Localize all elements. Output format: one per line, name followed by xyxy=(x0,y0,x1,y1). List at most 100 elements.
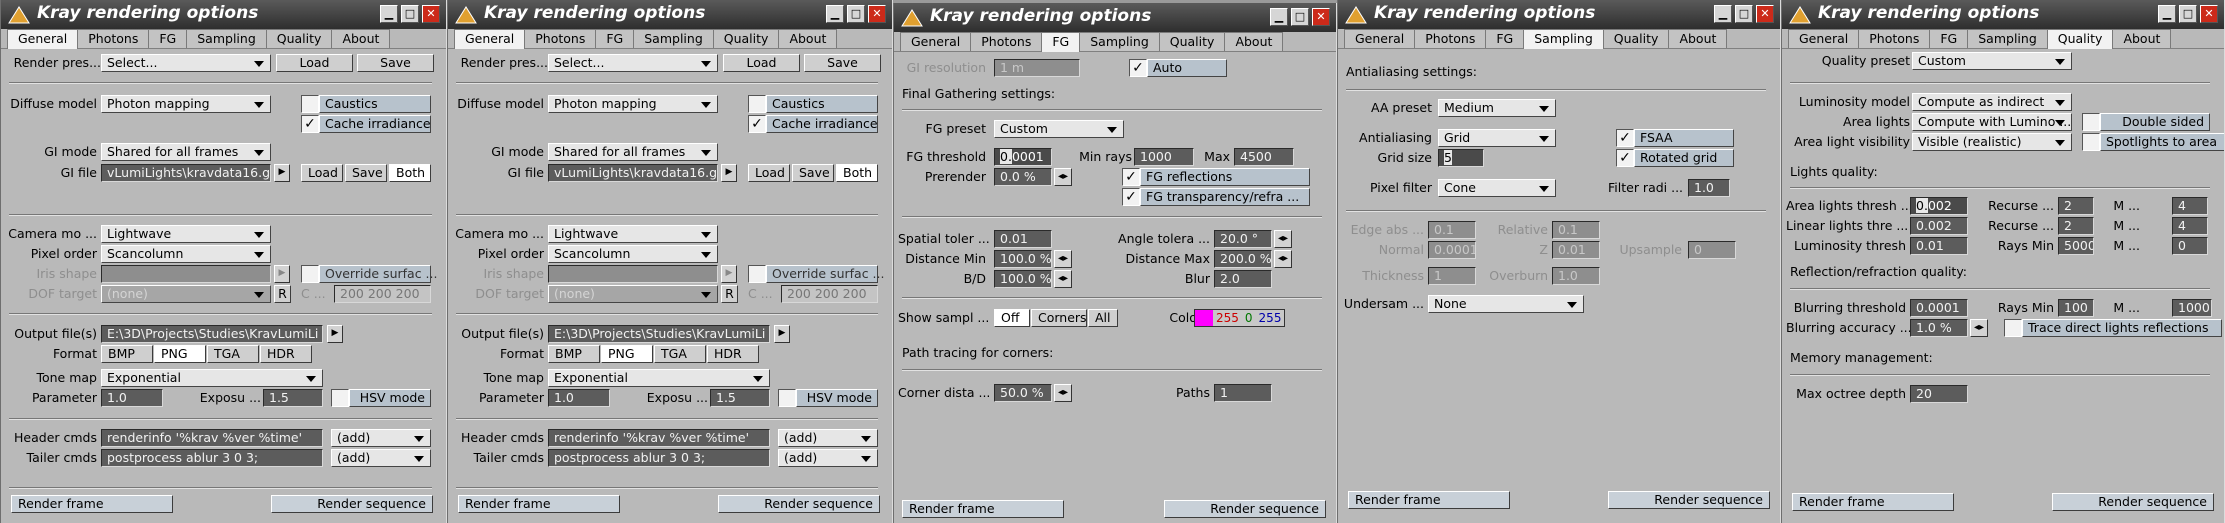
tailer-cmds-input[interactable]: postprocess ablur 3 0 3; xyxy=(548,449,770,467)
luminosity-threshold-input[interactable]: 0.01 xyxy=(1910,237,1968,255)
caustics-checkbox[interactable]: Caustics xyxy=(748,95,878,113)
show-samples-off-button[interactable]: Off xyxy=(994,309,1030,327)
render-sequence-button[interactable]: Render sequence xyxy=(1164,500,1326,518)
checkbox-box[interactable] xyxy=(2082,113,2100,131)
checkmark-icon[interactable]: ✓ xyxy=(1129,59,1147,77)
pixel-order-select[interactable]: Scancolumn xyxy=(101,245,271,263)
checkmark-icon[interactable]: ✓ xyxy=(1616,129,1634,147)
fg-transparency-checkbox[interactable]: ✓ FG transparency/refra ... xyxy=(1122,188,1310,206)
min-rays-input[interactable]: 1000 xyxy=(1134,148,1194,166)
filter-radius-input[interactable]: 1.0 xyxy=(1688,179,1730,197)
gi-resolution-input[interactable]: 1 m xyxy=(994,59,1080,77)
fsaa-checkbox[interactable]: ✓ FSAA xyxy=(1616,129,1734,147)
show-samples-corners-button[interactable]: Corners xyxy=(1031,309,1087,327)
render-frame-button[interactable]: Render frame xyxy=(1348,491,1510,509)
double-sided-checkbox[interactable]: Double sided xyxy=(2082,113,2210,131)
dof-target-select[interactable]: (none) xyxy=(548,285,718,303)
play-arrow-icon[interactable]: ▶ xyxy=(721,164,737,182)
tab-about[interactable]: About xyxy=(1668,29,1728,48)
tab-sampling[interactable]: Sampling xyxy=(186,29,267,48)
fg-preset-select[interactable]: Custom xyxy=(994,120,1124,138)
tailer-add-select[interactable]: (add) xyxy=(778,449,878,467)
title-bar[interactable]: Kray rendering options ▁ □ ✕ xyxy=(1,0,446,29)
tab-photons[interactable]: Photons xyxy=(1858,29,1931,48)
tab-quality[interactable]: Quality xyxy=(712,29,780,48)
camera-mode-select[interactable]: Lightwave xyxy=(548,225,718,243)
output-files-input[interactable]: E:\3D\Projects\Studies\KravLumiLi xyxy=(548,325,770,343)
output-files-input[interactable]: E:\3D\Projects\Studies\KravLumiLi xyxy=(101,325,323,343)
tab-fg[interactable]: FG xyxy=(1929,29,1969,48)
tab-sampling[interactable]: Sampling xyxy=(1967,29,2048,48)
quality-preset-select[interactable]: Custom xyxy=(1912,52,2072,70)
save-preset-button[interactable]: Save xyxy=(804,54,881,72)
title-bar[interactable]: Kray rendering options ▁ □ ✕ xyxy=(1338,0,1780,29)
tab-general[interactable]: General xyxy=(454,29,526,49)
exposure-input[interactable]: 1.5 xyxy=(710,389,770,407)
gi-save-button[interactable]: Save xyxy=(345,164,387,182)
blurring-m-input[interactable]: 1000 xyxy=(2172,299,2212,317)
tab-about[interactable]: About xyxy=(1224,32,1284,51)
tab-quality[interactable]: Quality xyxy=(265,29,333,48)
tailer-add-select[interactable]: (add) xyxy=(331,449,431,467)
format-bmp-button[interactable]: BMP xyxy=(101,345,153,363)
tab-fg[interactable]: FG xyxy=(148,29,188,48)
caustics-checkbox[interactable]: Caustics xyxy=(301,95,431,113)
play-arrow-icon[interactable]: ▶ xyxy=(327,325,343,343)
minimize-icon[interactable]: ▁ xyxy=(1270,8,1288,26)
tab-about[interactable]: About xyxy=(2112,29,2172,48)
overburn-input[interactable]: 1.0 xyxy=(1552,267,1600,285)
gi-load-button[interactable]: Load xyxy=(748,164,790,182)
tab-about[interactable]: About xyxy=(331,29,391,48)
tab-photons[interactable]: Photons xyxy=(524,29,597,48)
checkmark-icon[interactable]: ✓ xyxy=(1122,188,1140,206)
max-octree-depth-input[interactable]: 20 xyxy=(1910,385,1968,403)
spatial-tolerance-input[interactable]: 0.01 xyxy=(994,230,1052,248)
luminosity-m-input[interactable]: 0 xyxy=(2172,237,2208,255)
checkbox-box[interactable] xyxy=(748,265,766,283)
gi-file-input[interactable]: vLumiLights\kravdata16.gi xyxy=(101,164,271,182)
hsv-mode-checkbox[interactable]: HSV mode xyxy=(778,389,878,407)
load-preset-button[interactable]: Load xyxy=(276,54,353,72)
corner-distance-input[interactable]: 50.0 % xyxy=(994,384,1052,402)
header-add-select[interactable]: (add) xyxy=(778,429,878,447)
blurring-threshold-input[interactable]: 0.0001 xyxy=(1910,299,1968,317)
close-icon[interactable]: ✕ xyxy=(868,5,886,23)
tab-fg[interactable]: FG xyxy=(1485,29,1525,48)
render-sequence-button[interactable]: Render sequence xyxy=(1608,491,1770,509)
format-hdr-button[interactable]: HDR xyxy=(260,345,312,363)
pixel-order-select[interactable]: Scancolumn xyxy=(548,245,718,263)
sample-color-swatch[interactable]: 255 0 255 xyxy=(1194,309,1286,327)
diffuse-model-select[interactable]: Photon mapping xyxy=(548,95,718,113)
save-preset-button[interactable]: Save xyxy=(357,54,434,72)
checkbox-box[interactable] xyxy=(778,389,796,407)
linear-m-input[interactable]: 4 xyxy=(2172,217,2208,235)
close-icon[interactable]: ✕ xyxy=(2200,5,2218,23)
stepper-arrows-icon[interactable]: ◂▸ xyxy=(1054,270,1072,288)
blur-input[interactable]: 2.0 xyxy=(1214,270,1272,288)
tab-photons[interactable]: Photons xyxy=(77,29,150,48)
header-add-select[interactable]: (add) xyxy=(331,429,431,447)
title-bar[interactable]: Kray rendering options ▁ □ ✕ xyxy=(1782,0,2224,29)
r-button[interactable]: R xyxy=(274,285,291,303)
tab-quality[interactable]: Quality xyxy=(1158,32,1226,51)
maximize-icon[interactable]: □ xyxy=(1291,8,1309,26)
tab-quality[interactable]: Quality xyxy=(1602,29,1670,48)
edge-abs-input[interactable]: 0.1 xyxy=(1428,221,1476,239)
format-png-button[interactable]: PNG xyxy=(601,345,653,363)
luminosity-rays-min-input[interactable]: 5000 xyxy=(2058,237,2094,255)
play-arrow-icon[interactable]: ▶ xyxy=(774,325,790,343)
render-preset-select[interactable]: Select... xyxy=(548,54,718,72)
gi-both-button[interactable]: Both xyxy=(836,164,878,182)
gi-mode-select[interactable]: Shared for all frames xyxy=(101,143,271,161)
render-frame-button[interactable]: Render frame xyxy=(1792,493,1954,511)
diffuse-model-select[interactable]: Photon mapping xyxy=(101,95,271,113)
close-icon[interactable]: ✕ xyxy=(422,5,440,23)
tab-fg[interactable]: FG xyxy=(1041,32,1081,52)
undersample-select[interactable]: None xyxy=(1428,295,1584,313)
paths-input[interactable]: 1 xyxy=(1214,384,1272,402)
area-recurse-input[interactable]: 2 xyxy=(2058,197,2094,215)
linear-lights-threshold-input[interactable]: 0.002 xyxy=(1910,217,1968,235)
tone-map-select[interactable]: Exponential xyxy=(548,369,770,387)
stepper-arrows-icon[interactable]: ◂▸ xyxy=(1970,319,1988,337)
format-hdr-button[interactable]: HDR xyxy=(707,345,759,363)
